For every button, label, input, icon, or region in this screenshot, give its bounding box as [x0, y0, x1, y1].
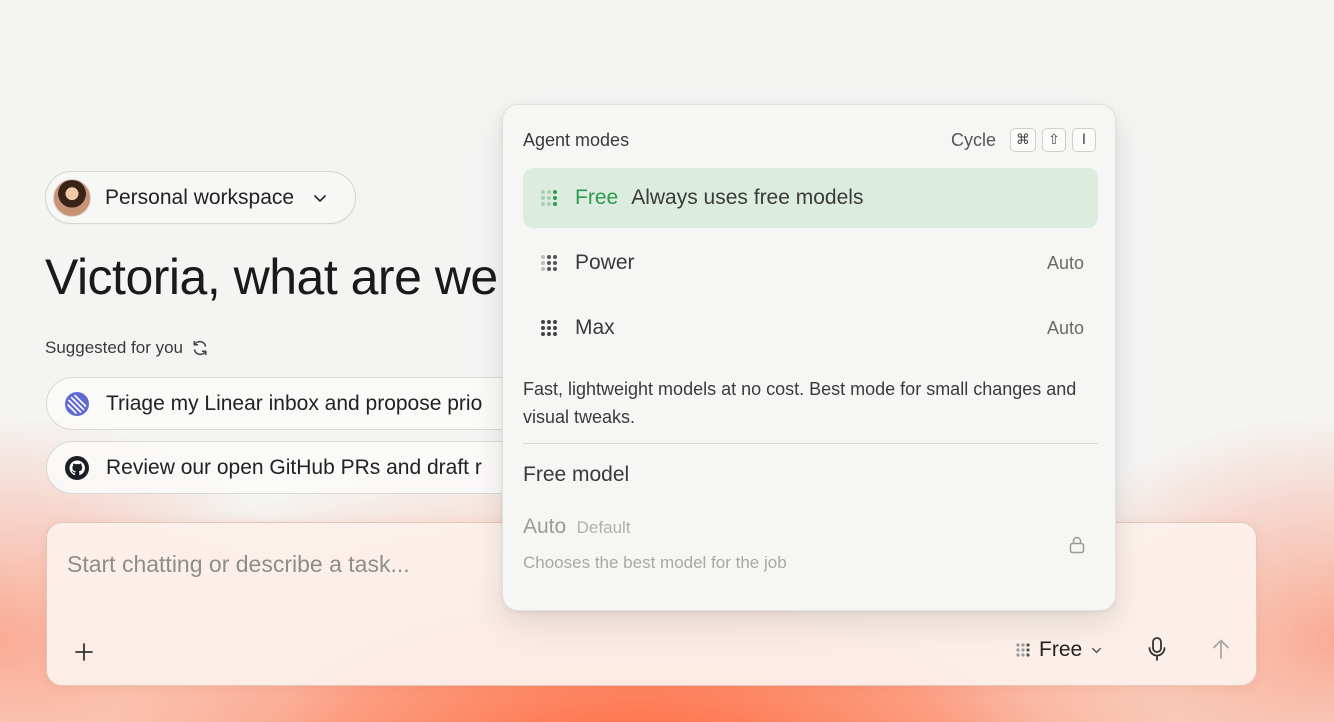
dots-grid-icon — [541, 320, 557, 336]
dots-grid-icon — [541, 255, 557, 271]
suggestion-label: Triage my Linear inbox and propose prio — [106, 391, 483, 415]
mode-option-max[interactable]: Max Auto — [523, 298, 1098, 358]
divider — [523, 443, 1098, 444]
panel-title: Agent modes — [523, 130, 630, 150]
mode-name: Max — [575, 316, 615, 339]
lock-icon — [1069, 536, 1085, 554]
chevron-down-icon — [314, 194, 326, 202]
cycle-label: Cycle — [950, 129, 996, 150]
i-key: I — [1072, 128, 1096, 152]
model-default-tag: Default — [576, 518, 631, 537]
model-subtitle: Chooses the best model for the job — [523, 553, 787, 572]
dots-grid-icon — [1016, 643, 1030, 657]
mode-option-power[interactable]: Power Auto — [523, 233, 1098, 293]
github-icon — [65, 455, 89, 480]
mode-name: Power — [575, 251, 635, 274]
suggested-label: Suggested for you — [45, 338, 183, 357]
mode-selector-button[interactable]: Free — [1015, 635, 1103, 665]
cycle-shortcut: Cycle ⌘ ⇧ I — [951, 128, 1096, 152]
model-option-auto: Auto Default Chooses the best model for … — [523, 515, 1098, 577]
suggestion-chip[interactable]: Triage my Linear inbox and propose prio — [46, 377, 526, 430]
refresh-icon[interactable] — [191, 339, 209, 357]
model-heading: Free model — [523, 463, 630, 486]
shift-key: ⇧ — [1042, 128, 1066, 152]
mode-model-label: Auto — [1046, 317, 1084, 338]
page-title: Victoria, what are we — [45, 249, 498, 305]
plus-icon[interactable] — [71, 639, 97, 665]
mode-option-free[interactable]: Free Always uses free models — [523, 168, 1098, 228]
command-key: ⌘ — [1010, 128, 1036, 152]
selected-mode-description: Fast, lightweight models at no cost. Bes… — [523, 379, 1077, 427]
mode-description: Always uses free models — [631, 186, 864, 209]
workspace-label: Personal workspace — [105, 185, 295, 209]
chevron-down-icon — [1092, 647, 1102, 653]
suggestion-label: Review our open GitHub PRs and draft r — [106, 455, 482, 479]
workspace-selector[interactable]: Personal workspace — [45, 171, 356, 224]
mode-name: Free — [575, 186, 619, 209]
mode-selector-label: Free — [1039, 638, 1083, 661]
model-name: Auto — [523, 515, 567, 538]
agent-modes-dropdown: Agent modes Cycle ⌘ ⇧ I Free Always uses… — [502, 104, 1116, 611]
dots-grid-icon — [541, 190, 557, 206]
send-arrow-icon[interactable] — [1210, 637, 1232, 661]
microphone-icon[interactable] — [1144, 635, 1170, 663]
suggestion-chip[interactable]: Review our open GitHub PRs and draft r — [46, 441, 526, 494]
suggested-header: Suggested for you — [45, 338, 209, 358]
avatar — [53, 178, 91, 217]
mode-model-label: Auto — [1046, 252, 1084, 273]
linear-icon — [65, 391, 89, 416]
